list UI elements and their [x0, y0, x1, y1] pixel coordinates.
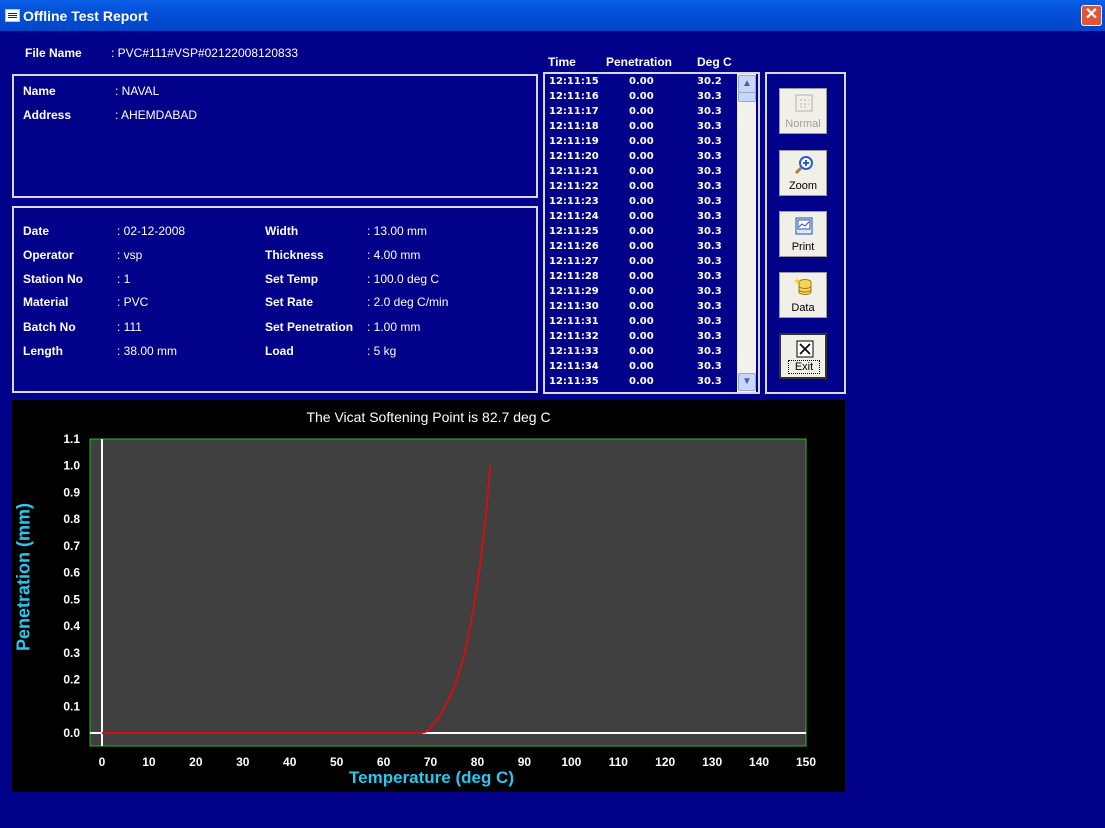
detail-value: : 5 kg [367, 344, 397, 358]
y-tick-label: 0.5 [63, 592, 80, 606]
detail-value: : 1 [117, 272, 131, 286]
x-tick-label: 150 [796, 755, 816, 769]
detail-label: Set Rate [265, 295, 314, 309]
detail-label: Width [265, 224, 299, 238]
x-tick-label: 130 [702, 755, 722, 769]
detail-label: Operator [23, 248, 74, 262]
detail-value: : 1.00 mm [367, 320, 421, 334]
x-tick-label: 10 [142, 755, 156, 769]
detail-value: : vsp [117, 248, 143, 262]
detail-label: Set Penetration [265, 320, 354, 334]
detail-value: : 100.0 deg C [367, 272, 440, 286]
x-tick-label: 100 [561, 755, 581, 769]
y-tick-label: 0.8 [63, 512, 80, 526]
y-tick-label: 0.9 [63, 485, 80, 499]
detail-value: : 13.00 mm [367, 224, 428, 238]
detail-value: : 2.0 deg C/min [367, 295, 449, 309]
x-tick-label: 120 [655, 755, 675, 769]
x-tick-label: 90 [518, 755, 532, 769]
y-tick-label: 0.3 [63, 646, 80, 660]
x-tick-label: 60 [377, 755, 391, 769]
x-tick-label: 80 [471, 755, 485, 769]
detail-value: : 4.00 mm [367, 248, 421, 262]
detail-label: Length [23, 344, 63, 358]
detail-label: Station No [23, 272, 83, 286]
x-tick-label: 110 [609, 755, 629, 769]
x-tick-label: 70 [424, 755, 438, 769]
x-tick-label: 40 [283, 755, 297, 769]
x-axis-label: Temperature (deg C) [349, 768, 514, 787]
x-tick-label: 140 [749, 755, 769, 769]
detail-label: Load [265, 344, 294, 358]
detail-value: : PVC [117, 295, 149, 309]
detail-value: : 02-12-2008 [117, 224, 186, 238]
x-tick-label: 20 [189, 755, 203, 769]
detail-label: Set Temp [265, 272, 319, 286]
y-tick-label: 1.1 [63, 432, 80, 446]
y-tick-label: 0.6 [63, 566, 80, 580]
x-tick-label: 50 [330, 755, 344, 769]
y-tick-label: 0.0 [63, 726, 80, 740]
y-tick-label: 1.0 [63, 459, 80, 473]
x-tick-label: 30 [236, 755, 250, 769]
vicat-chart: 0.0 0.1 0.2 0.3 0.4 0.5 0.6 0.7 0.8 0.9 1.0 1.1 0 10 2… [63, 432, 816, 769]
y-tick-label: 0.1 [63, 699, 80, 713]
detail-label: Material [23, 295, 69, 309]
detail-label: Date [23, 224, 50, 238]
y-tick-label: 0.2 [63, 673, 80, 687]
x-tick-label: 0 [99, 755, 106, 769]
y-tick-label: 0.7 [63, 539, 80, 553]
detail-label: Thickness [265, 248, 324, 262]
detail-value: : 111 [117, 320, 142, 334]
y-tick-label: 0.4 [63, 619, 80, 633]
detail-value: : 38.00 mm [117, 344, 178, 358]
detail-label: Batch No [23, 320, 76, 334]
